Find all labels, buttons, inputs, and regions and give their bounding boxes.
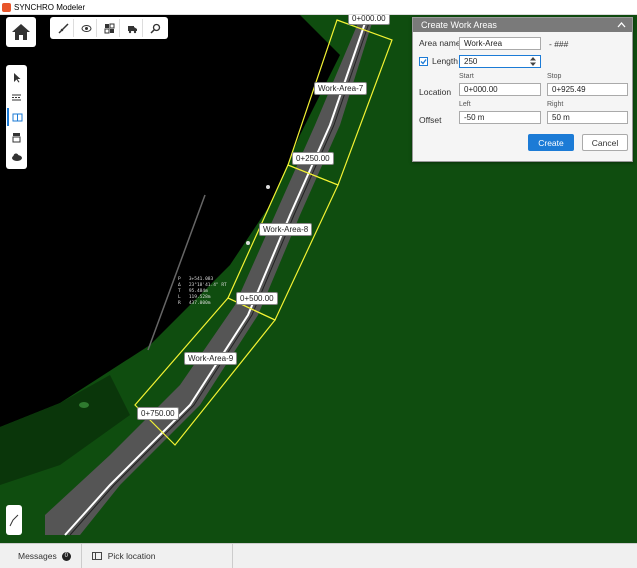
left-offset-input[interactable]: -50 m (459, 111, 541, 124)
station-marker (266, 185, 270, 189)
top-toolbar (50, 17, 168, 39)
messages-label: Messages (18, 551, 57, 561)
ruler-icon[interactable] (53, 19, 74, 37)
work-area-label[interactable]: Work-Area-7 (314, 82, 368, 95)
stepper-arrows-icon[interactable] (530, 57, 536, 66)
survey-annotation: P 3+541.083 Δ 23°18'41.4" RT T 95.484m L 11… (178, 277, 227, 307)
area-name-input[interactable]: Work-Area (459, 37, 541, 50)
road-icon[interactable] (8, 88, 25, 106)
station-label[interactable]: 0+500.00 (236, 292, 278, 305)
chevron-up-icon[interactable] (617, 22, 626, 28)
start-label: Start (459, 73, 474, 80)
create-work-areas-panel: Create Work Areas Area name Work-Area - … (412, 17, 633, 162)
offset-label: Offset (419, 115, 442, 125)
status-bar: Messages 0 Pick location (0, 543, 637, 568)
length-stepper[interactable]: 250 (459, 55, 541, 68)
work-area-label[interactable]: Work-Area-8 (259, 223, 313, 236)
search-icon[interactable] (145, 19, 165, 37)
panel-title: Create Work Areas (421, 20, 497, 30)
grid-icon[interactable] (99, 19, 120, 37)
survey-line: R 437.000m (178, 301, 211, 306)
right-label: Right (547, 101, 564, 108)
truck-icon[interactable] (122, 19, 143, 37)
start-input[interactable]: 0+000.00 (459, 83, 541, 96)
cancel-button[interactable]: Cancel (582, 134, 628, 151)
station-marker (246, 241, 250, 245)
pick-location-tab[interactable]: Pick location (82, 544, 233, 568)
create-button[interactable]: Create (528, 134, 574, 151)
title-bar: SYNCHRO Modeler (0, 0, 637, 15)
app-logo-icon (2, 2, 11, 12)
area-name-suffix: - ### (549, 39, 569, 49)
pick-location-label: Pick location (107, 551, 156, 561)
station-label[interactable]: 0+000.00 (348, 15, 390, 25)
app-title: SYNCHRO Modeler (14, 2, 86, 12)
side-toolbar (6, 65, 27, 169)
home-icon (12, 24, 30, 40)
messages-count-badge: 0 (61, 551, 71, 561)
location-label: Location (419, 87, 452, 97)
stop-input[interactable]: 0+925.49 (547, 83, 628, 96)
profile-tool-button[interactable] (6, 505, 22, 535)
layer-icon[interactable] (8, 128, 25, 146)
cloud-icon[interactable] (8, 148, 25, 166)
length-checkbox[interactable] (419, 56, 428, 66)
home-button[interactable] (6, 17, 36, 47)
checkmark-icon (420, 58, 427, 64)
messages-tab[interactable]: Messages 0 (0, 544, 82, 568)
left-label: Left (459, 101, 471, 108)
right-offset-input[interactable]: 50 m (547, 111, 628, 124)
window-icon (91, 552, 102, 560)
visibility-icon[interactable] (76, 19, 97, 37)
split-icon[interactable] (7, 108, 26, 126)
area-name-label: Area name (419, 38, 461, 48)
work-area-label[interactable]: Work-Area-9 (184, 352, 238, 365)
terrain-object (79, 402, 89, 408)
stop-label: Stop (547, 73, 562, 80)
cursor-icon[interactable] (8, 68, 25, 86)
station-label[interactable]: 0+250.00 (292, 152, 334, 165)
length-label: Length (432, 56, 458, 66)
station-label[interactable]: 0+750.00 (137, 407, 179, 420)
length-value: 250 (464, 57, 478, 66)
panel-header: Create Work Areas (413, 18, 632, 32)
profile-icon (9, 514, 19, 527)
